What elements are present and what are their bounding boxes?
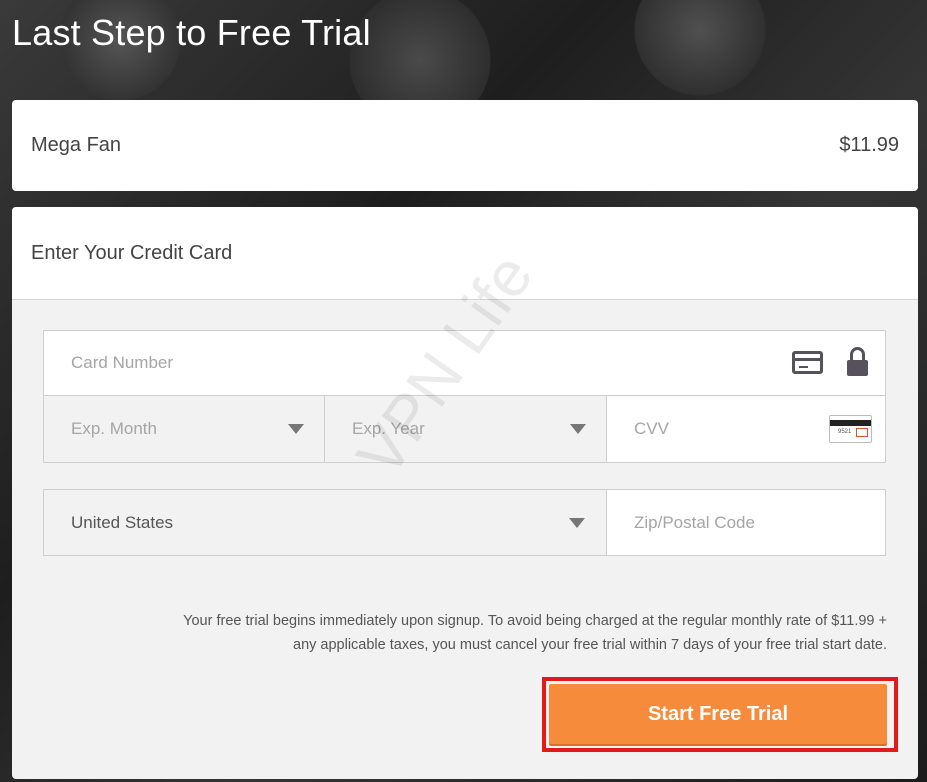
zip-postal-input[interactable]: Zip/Postal Code: [606, 489, 886, 556]
card-number-placeholder: Card Number: [71, 353, 174, 372]
page-title: Last Step to Free Trial: [12, 12, 371, 53]
credit-card-icon: [792, 351, 823, 374]
chevron-down-icon: [569, 517, 585, 528]
disclaimer-line-2: any applicable taxes, you must cancel yo…: [293, 637, 887, 653]
disclaimer-line-1: Your free trial begins immediately upon …: [183, 613, 887, 629]
trial-disclaimer: Your free trial begins immediately upon …: [107, 609, 887, 657]
exp-year-select[interactable]: Exp. Year: [324, 395, 607, 463]
country-select[interactable]: United States: [43, 489, 607, 556]
plan-price: $11.99: [839, 134, 899, 156]
chevron-down-icon: [288, 424, 304, 434]
plan-name: Mega Fan: [31, 134, 122, 156]
chevron-down-icon: [570, 424, 586, 434]
zip-placeholder: Zip/Postal Code: [634, 512, 755, 532]
exp-month-select[interactable]: Exp. Month: [43, 395, 325, 463]
lock-icon: [847, 347, 868, 376]
start-free-trial-button[interactable]: Start Free Trial: [549, 684, 887, 744]
exp-month-placeholder: Exp. Month: [71, 419, 157, 438]
cvv-card-icon: 9521: [829, 415, 872, 443]
plan-summary: Mega Fan $11.99: [12, 100, 918, 191]
cvv-input[interactable]: CVV 9521: [606, 395, 886, 463]
credit-card-heading: Enter Your Credit Card: [12, 207, 918, 300]
exp-year-placeholder: Exp. Year: [352, 419, 425, 438]
country-value: United States: [71, 512, 174, 532]
credit-card-form: Enter Your Credit Card Card Number Exp. …: [12, 207, 918, 779]
card-number-input[interactable]: Card Number: [43, 330, 886, 396]
cvv-placeholder: CVV: [634, 419, 669, 438]
